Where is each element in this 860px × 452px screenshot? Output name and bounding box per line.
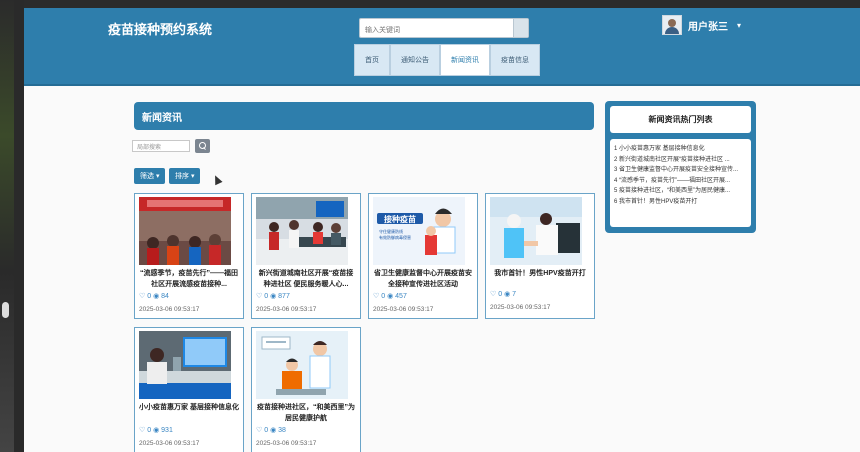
news-card[interactable]: 新兴街道城南社区开展“疫苗接种进社区 便民服务暖人心... ♡ 0 ◉ 877 … (251, 193, 361, 319)
user-menu[interactable]: 用户张三 ▾ (662, 15, 741, 35)
hot-news-list: 1 小小疫苗惠万家 基层接种信息化 2 新兴街道城南社区开展“疫苗接种进社区 .… (610, 139, 751, 227)
news-card[interactable]: 我市首针！男性HPV疫苗开打 ♡ 0 ◉ 7 2025-03-06 09:53:… (485, 193, 595, 319)
thumbs-up-icon[interactable]: ♡ (490, 291, 496, 298)
hot-news-item[interactable]: 1 小小疫苗惠万家 基层接种信息化 (614, 144, 747, 155)
eye-icon: ◉ (504, 291, 511, 298)
thumbs-up-icon[interactable]: ♡ (139, 427, 145, 434)
news-title: 我市首针！男性HPV疫苗开打 (494, 270, 586, 277)
news-card[interactable]: 小小疫苗惠万家 基层接种信息化 ♡ 0 ◉ 931 2025-03-06 09:… (134, 327, 244, 452)
avatar (662, 15, 682, 35)
thumbs-up-icon[interactable]: ♡ (373, 293, 379, 300)
news-date: 2025-03-06 09:53:17 (256, 440, 317, 447)
search-icon[interactable] (195, 139, 210, 153)
news-date: 2025-03-06 09:53:17 (373, 306, 434, 313)
chevron-down-icon: ▾ (737, 20, 742, 30)
news-image: 接种疫苗 守住健康防线 有效防御病毒侵害 (373, 197, 465, 265)
news-stats: ♡ 0 ◉ 457 (373, 293, 407, 300)
news-stats: ♡ 0 ◉ 7 (490, 291, 517, 298)
news-image (139, 331, 231, 399)
tab-home[interactable]: 首页 (354, 44, 390, 76)
news-date: 2025-03-06 09:53:17 (490, 304, 551, 311)
local-search-input[interactable]: 局部搜索 (132, 140, 190, 152)
eye-icon: ◉ (153, 293, 160, 300)
thumbs-up-icon[interactable]: ♡ (139, 293, 145, 300)
main-nav: 首页 通知公告 新闻资讯 疫苗信息 (354, 44, 540, 76)
tab-vaccine-info[interactable]: 疫苗信息 (490, 44, 540, 76)
news-image (256, 197, 348, 265)
hot-news-item[interactable]: 3 省卫生健康监督中心开展疫苗安全接种宣传... (614, 165, 747, 176)
tab-notices[interactable]: 通知公告 (390, 44, 440, 76)
news-image (139, 197, 231, 265)
news-date: 2025-03-06 09:53:17 (256, 306, 317, 313)
hot-news-item[interactable]: 5 疫苗接种进社区，“和美西里”为居民健康... (614, 186, 747, 197)
hot-news-item[interactable]: 4 “流感季节，疫苗先行”——福田社区开展... (614, 176, 747, 187)
poster-line-2: 有效防御病毒侵害 (379, 234, 411, 240)
hot-news-item[interactable]: 6 我市首针！男性HPV疫苗开打 (614, 197, 747, 208)
news-card[interactable]: 疫苗接种进社区，“和美西里”为居民健康护航 ♡ 0 ◉ 38 2025-03-0… (251, 327, 361, 452)
window-resize-handle[interactable] (2, 302, 9, 318)
filter-dropdown-button[interactable]: 筛选 ▾ (134, 168, 166, 184)
news-stats: ♡ 0 ◉ 877 (256, 293, 290, 300)
section-title: 新闻资讯 (134, 102, 594, 130)
search-button[interactable] (513, 19, 528, 37)
news-title: “流感季节，疫苗先行”——福田社区开展流感疫苗接种... (140, 270, 238, 288)
news-card[interactable]: 接种疫苗 守住健康防线 有效防御病毒侵害 省卫生健康监督中心开展疫苗安全接种宣传… (368, 193, 478, 319)
mouse-cursor-icon (211, 173, 223, 186)
poster-line-1: 守住健康防线 (379, 228, 403, 234)
top-header: 疫苗接种预约系统 用户张三 ▾ 首页 通知公告 新闻资讯 疫苗信息 (24, 8, 860, 86)
news-title: 小小疫苗惠万家 基层接种信息化 (139, 404, 239, 411)
news-image (256, 331, 348, 399)
hot-news-panel: 新闻资讯热门列表 1 小小疫苗惠万家 基层接种信息化 2 新兴街道城南社区开展“… (605, 101, 756, 233)
app-window: 疫苗接种预约系统 用户张三 ▾ 首页 通知公告 新闻资讯 疫苗信息 新闻资讯 局… (24, 0, 860, 452)
news-title: 省卫生健康监督中心开展疫苗安全接种宣传进社区活动 (374, 270, 472, 288)
desktop-background-strip (0, 0, 14, 452)
news-stats: ♡ 0 ◉ 84 (139, 293, 169, 300)
site-brand[interactable]: 疫苗接种预约系统 (108, 19, 212, 38)
thumbs-up-icon[interactable]: ♡ (256, 293, 262, 300)
news-date: 2025-03-06 09:53:17 (139, 306, 200, 313)
poster-headline: 接种疫苗 (384, 214, 416, 224)
news-stats: ♡ 0 ◉ 931 (139, 427, 173, 434)
news-card[interactable]: “流感季节，疫苗先行”——福田社区开展流感疫苗接种... ♡ 0 ◉ 84 20… (134, 193, 244, 319)
global-search (359, 18, 529, 39)
eye-icon: ◉ (153, 427, 160, 434)
window-top-edge (24, 0, 860, 8)
search-input[interactable] (360, 22, 515, 39)
sort-dropdown-button[interactable]: 排序 ▾ (169, 168, 201, 184)
user-name: 用户张三 (688, 21, 728, 33)
thumbs-up-icon[interactable]: ♡ (256, 427, 262, 434)
news-title: 新兴街道城南社区开展“疫苗接种进社区 便民服务暖人心... (258, 270, 354, 288)
window-edge (14, 0, 24, 452)
tab-news[interactable]: 新闻资讯 (440, 44, 490, 76)
hot-news-title: 新闻资讯热门列表 (610, 106, 751, 133)
hot-news-item[interactable]: 2 新兴街道城南社区开展“疫苗接种进社区 ... (614, 155, 747, 166)
news-title: 疫苗接种进社区，“和美西里”为居民健康护航 (257, 404, 355, 422)
news-image (490, 197, 582, 265)
eye-icon: ◉ (387, 293, 394, 300)
eye-icon: ◉ (270, 427, 277, 434)
news-date: 2025-03-06 09:53:17 (139, 440, 200, 447)
eye-icon: ◉ (270, 293, 277, 300)
news-stats: ♡ 0 ◉ 38 (256, 427, 286, 434)
